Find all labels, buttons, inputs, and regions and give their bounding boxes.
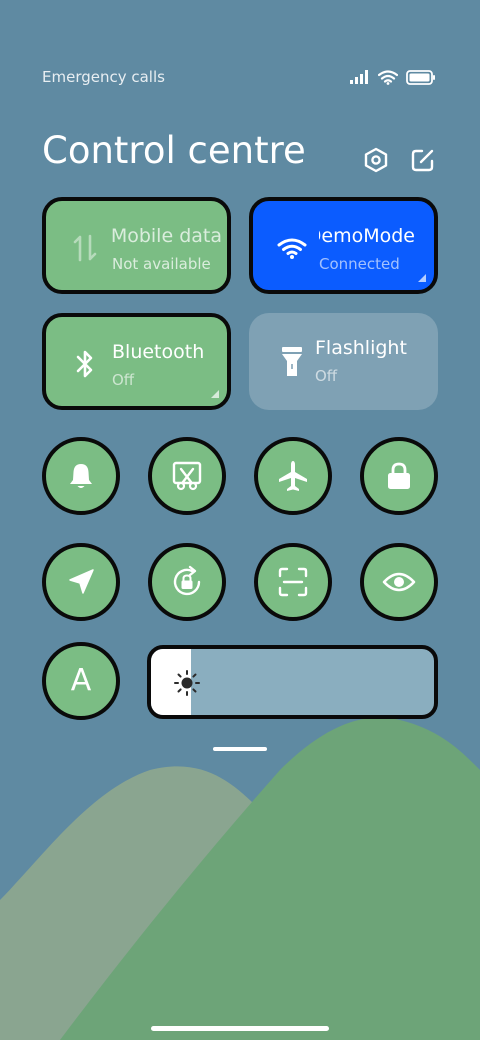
lock-toggle[interactable] (360, 437, 438, 515)
wifi-status: Connected (319, 255, 400, 273)
hexagon-gear-icon (364, 147, 388, 173)
mobile-data-tile[interactable]: Mobile data Not available (42, 197, 231, 294)
expand-corner-icon (418, 274, 426, 282)
sound-toggle[interactable] (42, 437, 120, 515)
bluetooth-tile[interactable]: Bluetooth Off (42, 313, 231, 410)
bell-icon (70, 464, 92, 488)
location-toggle[interactable] (42, 543, 120, 621)
mobile-data-status: Not available (112, 255, 211, 273)
brightness-icon (174, 670, 200, 696)
bluetooth-status: Off (112, 371, 135, 389)
scanner-toggle[interactable] (254, 543, 332, 621)
status-text: Emergency calls o (42, 68, 168, 86)
panel-drag-handle[interactable] (213, 747, 267, 751)
lock-icon (388, 462, 410, 489)
auto-brightness-toggle[interactable]: A (42, 642, 120, 720)
arrows-updown-icon (70, 231, 100, 265)
home-indicator[interactable] (151, 1026, 329, 1031)
reading-mode-toggle[interactable] (360, 543, 438, 621)
airplane-icon (279, 461, 307, 491)
brightness-slider[interactable] (147, 645, 438, 719)
edit-icon (411, 149, 434, 172)
wifi-tile[interactable]: DemoMode Connected (249, 197, 438, 294)
battery-icon (406, 69, 435, 85)
flashlight-tile[interactable]: Flashlight Off (249, 313, 438, 410)
wifi-icon (378, 69, 398, 85)
flashlight-label: Flashlight (315, 337, 407, 359)
edit-button[interactable] (409, 146, 437, 174)
eye-icon (382, 572, 416, 592)
screenshot-icon (172, 461, 202, 491)
airplane-mode-toggle[interactable] (254, 437, 332, 515)
page-title: Control centre (42, 129, 306, 172)
signal-icon (350, 70, 368, 84)
bluetooth-label: Bluetooth (112, 341, 205, 363)
auto-brightness-letter: A (70, 663, 92, 698)
mobile-data-label: Mobile data (112, 225, 222, 247)
rotation-lock-icon (173, 565, 201, 596)
flashlight-status: Off (315, 367, 338, 385)
scan-icon (278, 567, 308, 597)
settings-button[interactable] (362, 146, 390, 174)
status-icons (350, 66, 436, 88)
bluetooth-icon (70, 347, 100, 381)
location-icon (69, 569, 94, 594)
expand-corner-icon (211, 390, 219, 398)
screenshot-toggle[interactable] (148, 437, 226, 515)
wifi-icon (277, 231, 307, 265)
flashlight-icon (277, 345, 307, 379)
rotation-lock-toggle[interactable] (148, 543, 226, 621)
wifi-label: DemoMode (319, 225, 415, 247)
